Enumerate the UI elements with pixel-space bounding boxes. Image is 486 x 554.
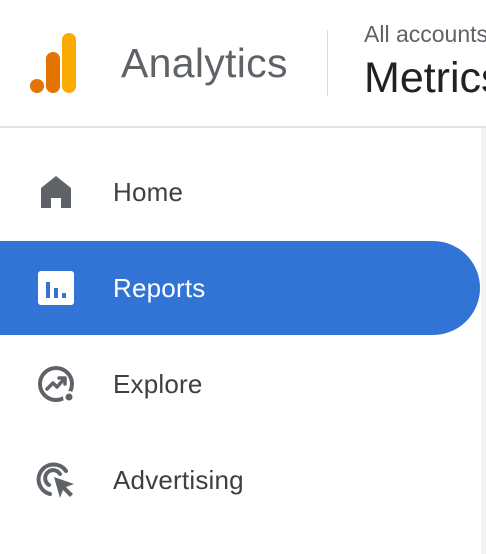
advertising-icon — [36, 460, 76, 500]
reports-icon — [36, 268, 76, 308]
sidebar-item-label: Advertising — [113, 464, 244, 495]
property-selector[interactable]: Metrics — [364, 54, 486, 103]
sidebar-item-explore[interactable]: Explore — [0, 337, 480, 431]
header-divider — [327, 30, 328, 96]
sidebar-nav: Home Reports Explore Advertising — [0, 128, 486, 554]
sidebar-item-label: Reports — [113, 272, 206, 303]
home-icon — [36, 172, 76, 212]
content-edge — [481, 128, 486, 554]
explore-icon — [36, 364, 76, 404]
sidebar-item-reports[interactable]: Reports — [0, 241, 480, 335]
analytics-logo-icon[interactable] — [30, 33, 84, 93]
app-name: Analytics — [121, 40, 288, 86]
app-header: Analytics All accounts Metrics — [0, 0, 486, 128]
sidebar-item-home[interactable]: Home — [0, 145, 480, 239]
sidebar-item-label: Explore — [113, 368, 203, 399]
sidebar-item-advertising[interactable]: Advertising — [0, 433, 480, 527]
account-breadcrumb[interactable]: All accounts — [364, 21, 486, 48]
sidebar-item-label: Home — [113, 176, 184, 207]
